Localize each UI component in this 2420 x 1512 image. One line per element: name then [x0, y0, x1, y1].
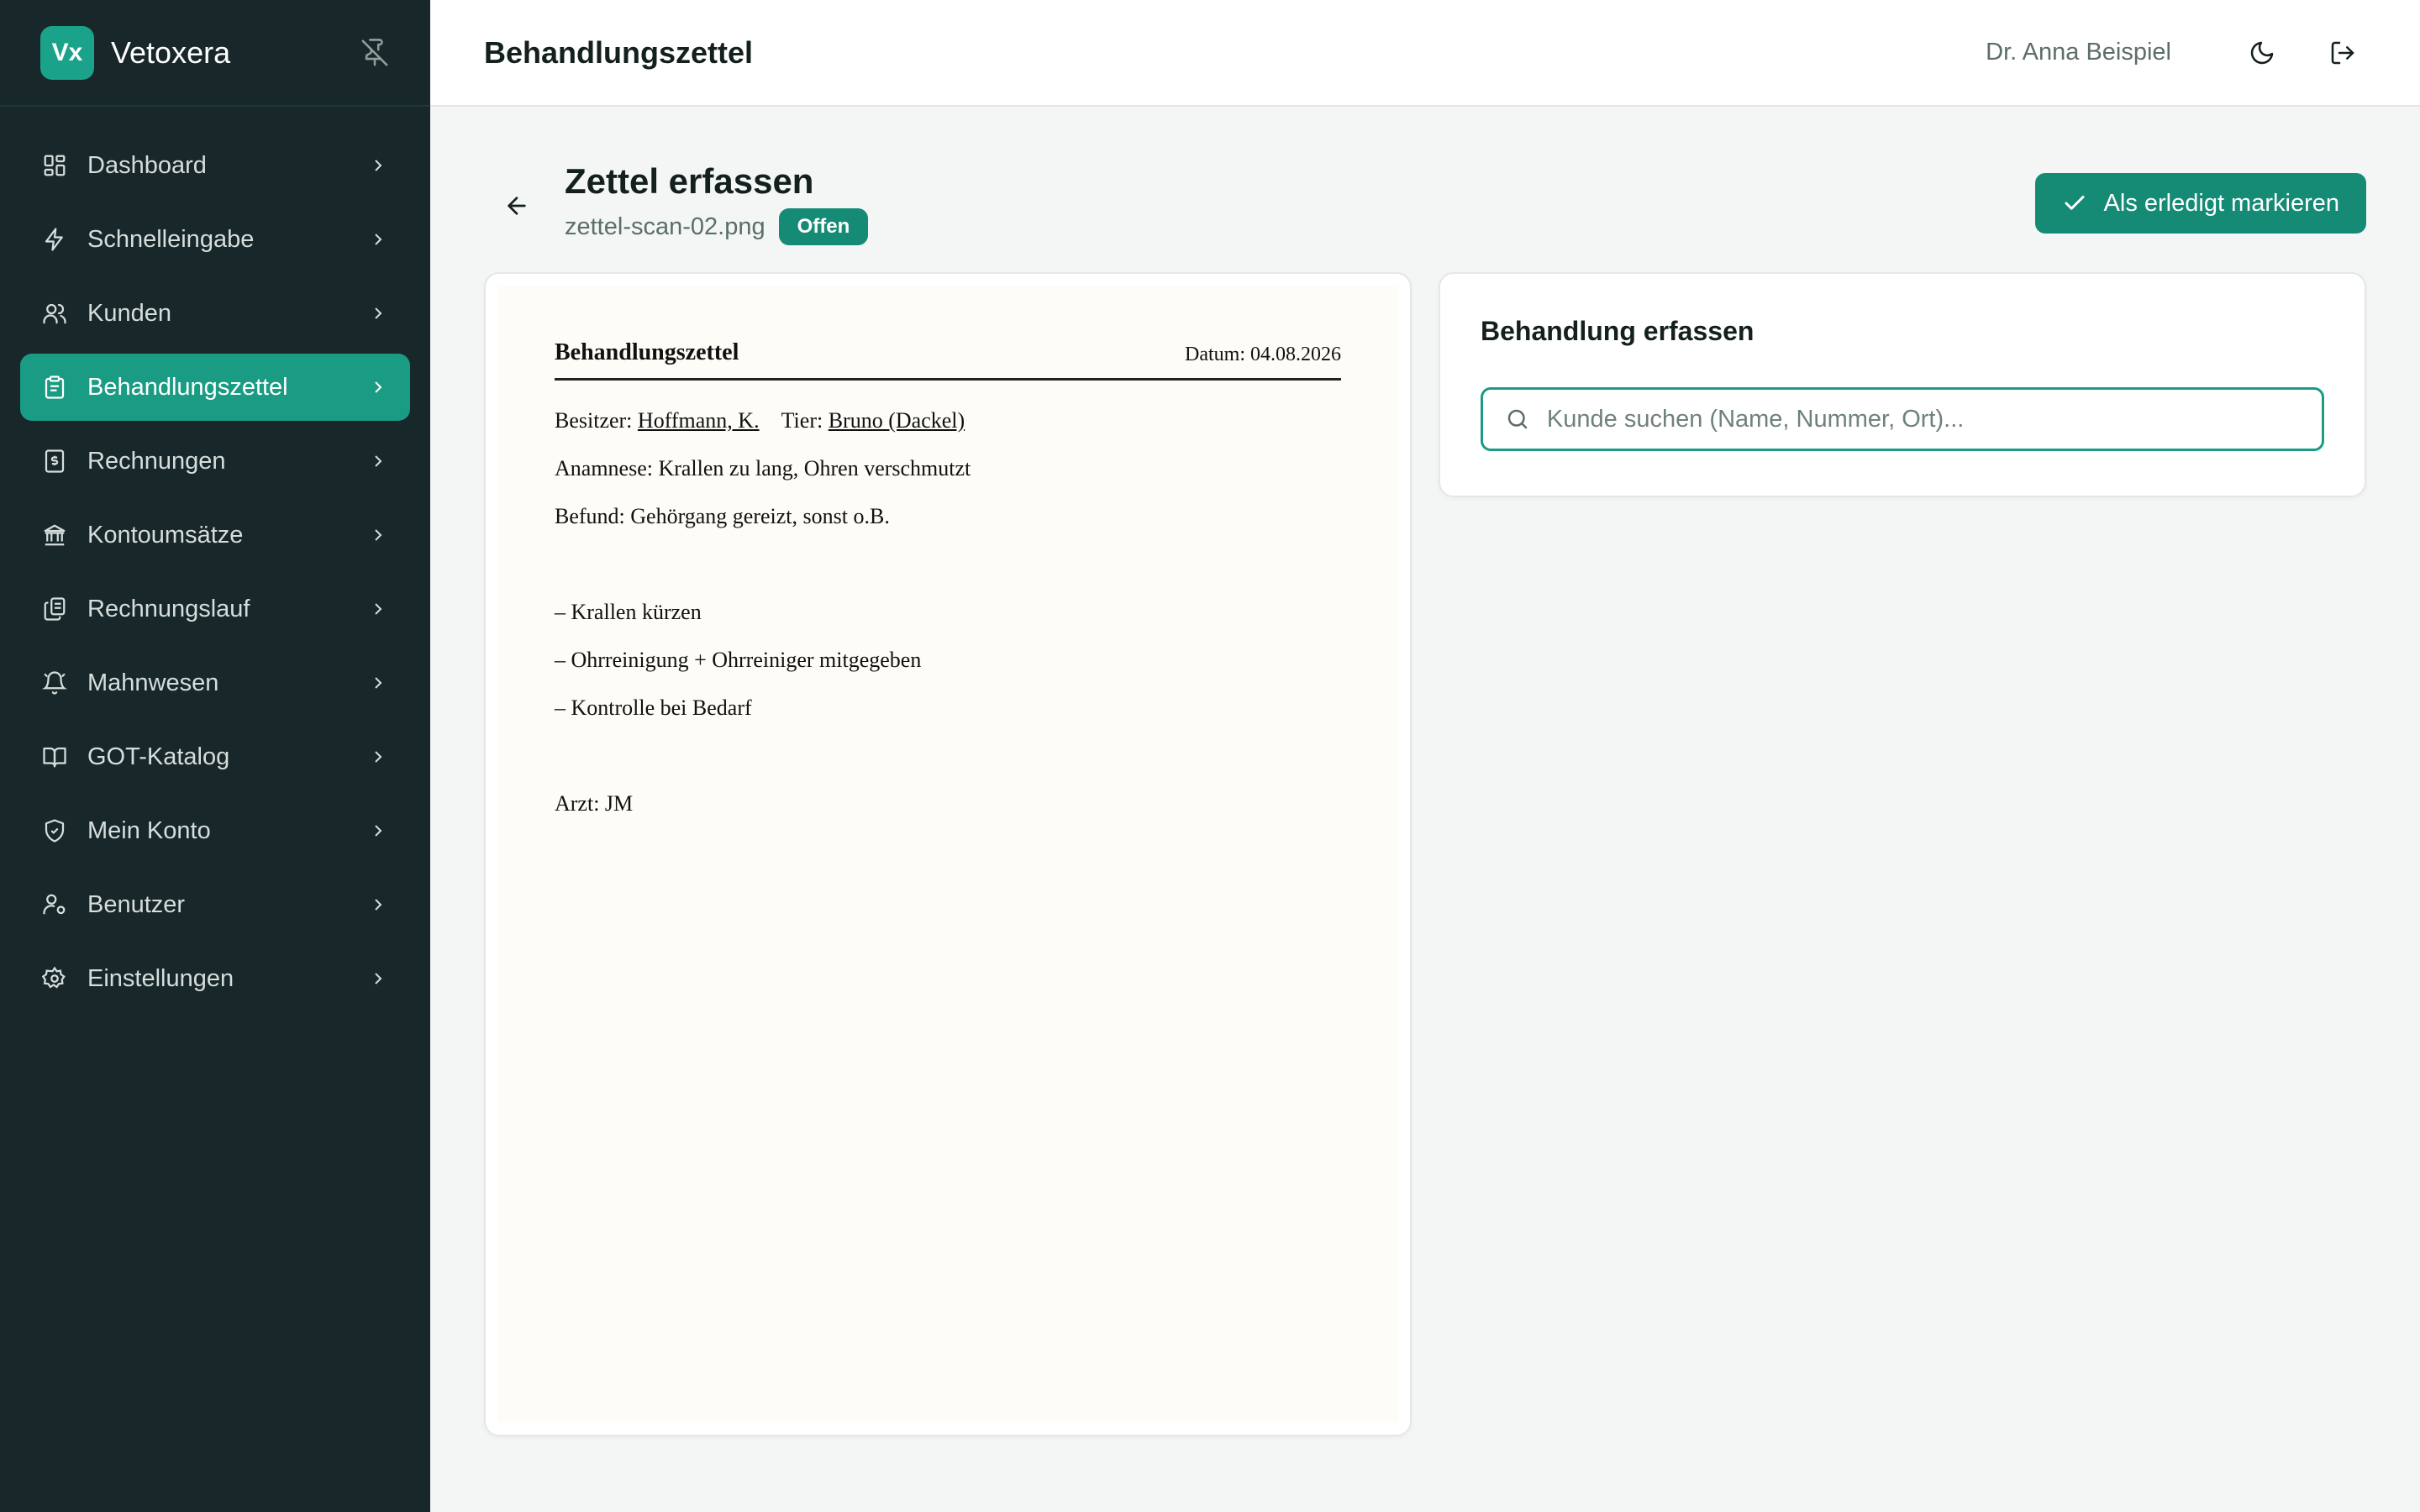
clipboard-icon: [40, 373, 69, 402]
sidebar-item-benutzer[interactable]: Benutzer: [20, 871, 410, 938]
app-root: Vx Vetoxera Dashboard Schnelleingabe Kun…: [0, 0, 2420, 1512]
page-title: Zettel erfassen: [565, 161, 814, 201]
sidebar-item-label: Rechnungslauf: [87, 595, 250, 622]
sidebar-item-kunden[interactable]: Kunden: [20, 280, 410, 347]
sidebar-item-label: Einstellungen: [87, 964, 234, 992]
scan-treatment-item: – Kontrolle bei Bedarf: [555, 696, 752, 720]
mark-done-label: Als erledigt markieren: [2103, 189, 2339, 217]
gear-icon: [40, 964, 69, 993]
sidebar-item-label: GOT-Katalog: [87, 743, 230, 770]
scan-title: Behandlungszettel: [555, 339, 739, 365]
chevron-right-icon: [366, 154, 390, 177]
logout-icon[interactable]: [2319, 29, 2366, 76]
scan-doctor: Arzt: JM: [555, 791, 634, 816]
sidebar-item-rechnungslauf[interactable]: Rechnungslauf: [20, 575, 410, 643]
lightning-icon: [40, 225, 69, 254]
sidebar-item-mahnwesen[interactable]: Mahnwesen: [20, 649, 410, 717]
customer-search-input[interactable]: [1546, 405, 2302, 433]
chevron-right-icon: [366, 523, 390, 547]
copy-files-icon: [40, 595, 69, 623]
header-title: Behandlungszettel: [484, 34, 754, 70]
scan-owner-line: Besitzer: Hoffmann, K. Tier: Bruno (Dack…: [555, 407, 1341, 433]
dark-mode-moon-icon[interactable]: [2238, 29, 2286, 76]
scan-treatment-item: – Ohrreinigung + Ohrreiniger mitgegeben: [555, 648, 922, 672]
mark-done-button[interactable]: Als erledigt markieren: [2034, 173, 2366, 234]
scan-finding: Befund: Gehörgang gereizt, sonst o.B.: [555, 504, 890, 528]
chevron-right-icon: [366, 449, 390, 473]
back-arrow-icon[interactable]: [496, 185, 538, 227]
chevron-right-icon: [366, 597, 390, 621]
owner-name: Hoffmann, K.: [637, 408, 760, 433]
chevron-right-icon: [366, 228, 390, 251]
sidebar-item-behandlungszettel[interactable]: Behandlungszettel: [20, 354, 410, 421]
sidebar-item-schnelleingabe[interactable]: Schnelleingabe: [20, 206, 410, 273]
sidebar-nav: Dashboard Schnelleingabe Kunden Behandlu…: [0, 107, 430, 1012]
sidebar-item-label: Benutzer: [87, 890, 186, 918]
sidebar-item-kontoumsaetze[interactable]: Kontoumsätze: [20, 501, 410, 569]
user-cog-icon: [40, 890, 69, 919]
animal-name: Bruno (Dackel): [828, 408, 965, 433]
owner-label: Besitzer:: [555, 408, 633, 433]
chevron-right-icon: [366, 967, 390, 990]
shield-icon: [40, 816, 69, 845]
sidebar-item-label: Schnelleingabe: [87, 225, 255, 253]
app-name: Vetoxera: [111, 34, 231, 70]
chevron-right-icon: [366, 745, 390, 769]
book-icon: [40, 743, 69, 771]
scanned-document: Behandlungszettel Datum: 04.08.2026 Besi…: [497, 286, 1398, 1423]
scan-preview-card: Behandlungszettel Datum: 04.08.2026 Besi…: [484, 272, 1412, 1436]
customer-search-box[interactable]: [1481, 387, 2324, 451]
chevron-right-icon: [366, 893, 390, 916]
sidebar-item-label: Kunden: [87, 299, 171, 327]
check-icon: [2060, 189, 2089, 218]
sidebar-item-got-katalog[interactable]: GOT-Katalog: [20, 723, 410, 790]
bell-icon: [40, 669, 69, 697]
invoice-icon: [40, 447, 69, 475]
bank-icon: [40, 521, 69, 549]
scan-header: Behandlungszettel Datum: 04.08.2026: [555, 339, 1341, 381]
sidebar-item-label: Rechnungen: [87, 447, 226, 475]
page-subtitle: zettel-scan-02.png Offen: [565, 208, 869, 245]
chevron-right-icon: [366, 671, 390, 695]
app-logo[interactable]: Vx: [40, 25, 94, 80]
sidebar-item-label: Mahnwesen: [87, 669, 219, 696]
scan-anamnesis: Anamnese: Krallen zu lang, Ohren verschm…: [555, 456, 971, 480]
scan-treatment-item: – Krallen kürzen: [555, 600, 702, 624]
chevron-right-icon: [366, 375, 390, 399]
sidebar-item-mein-konto[interactable]: Mein Konto: [20, 797, 410, 864]
sidebar-item-label: Mein Konto: [87, 816, 211, 844]
sidebar-item-einstellungen[interactable]: Einstellungen: [20, 945, 410, 1012]
topbar: Behandlungszettel Dr. Anna Beispiel: [430, 0, 2420, 107]
unpin-sidebar-icon[interactable]: [355, 33, 395, 73]
sidebar-item-dashboard[interactable]: Dashboard: [20, 132, 410, 199]
users-icon: [40, 299, 69, 328]
search-icon: [1503, 405, 1532, 433]
user-name[interactable]: Dr. Anna Beispiel: [1986, 39, 2171, 66]
sidebar-item-rechnungen[interactable]: Rechnungen: [20, 428, 410, 495]
dashboard-icon: [40, 151, 69, 180]
scan-date: Datum: 04.08.2026: [1185, 344, 1341, 365]
topbar-actions: Dr. Anna Beispiel: [1986, 29, 2366, 76]
entry-title: Behandlung erfassen: [1481, 316, 1754, 346]
sidebar-item-label: Dashboard: [87, 151, 207, 179]
chevron-right-icon: [366, 302, 390, 325]
sidebar-item-label: Behandlungszettel: [87, 373, 288, 401]
animal-label: Tier:: [781, 408, 823, 433]
status-badge: Offen: [778, 208, 869, 245]
scan-filename: zettel-scan-02.png: [565, 213, 765, 240]
page-header: Zettel erfassen zettel-scan-02.png Offen…: [484, 160, 2366, 252]
sidebar-item-label: Kontoumsätze: [87, 521, 244, 549]
sidebar: Vx Vetoxera Dashboard Schnelleingabe Kun…: [0, 0, 430, 1512]
brand: Vx Vetoxera: [0, 0, 430, 107]
treatment-entry-card: Behandlung erfassen: [1439, 272, 2366, 497]
chevron-right-icon: [366, 819, 390, 843]
